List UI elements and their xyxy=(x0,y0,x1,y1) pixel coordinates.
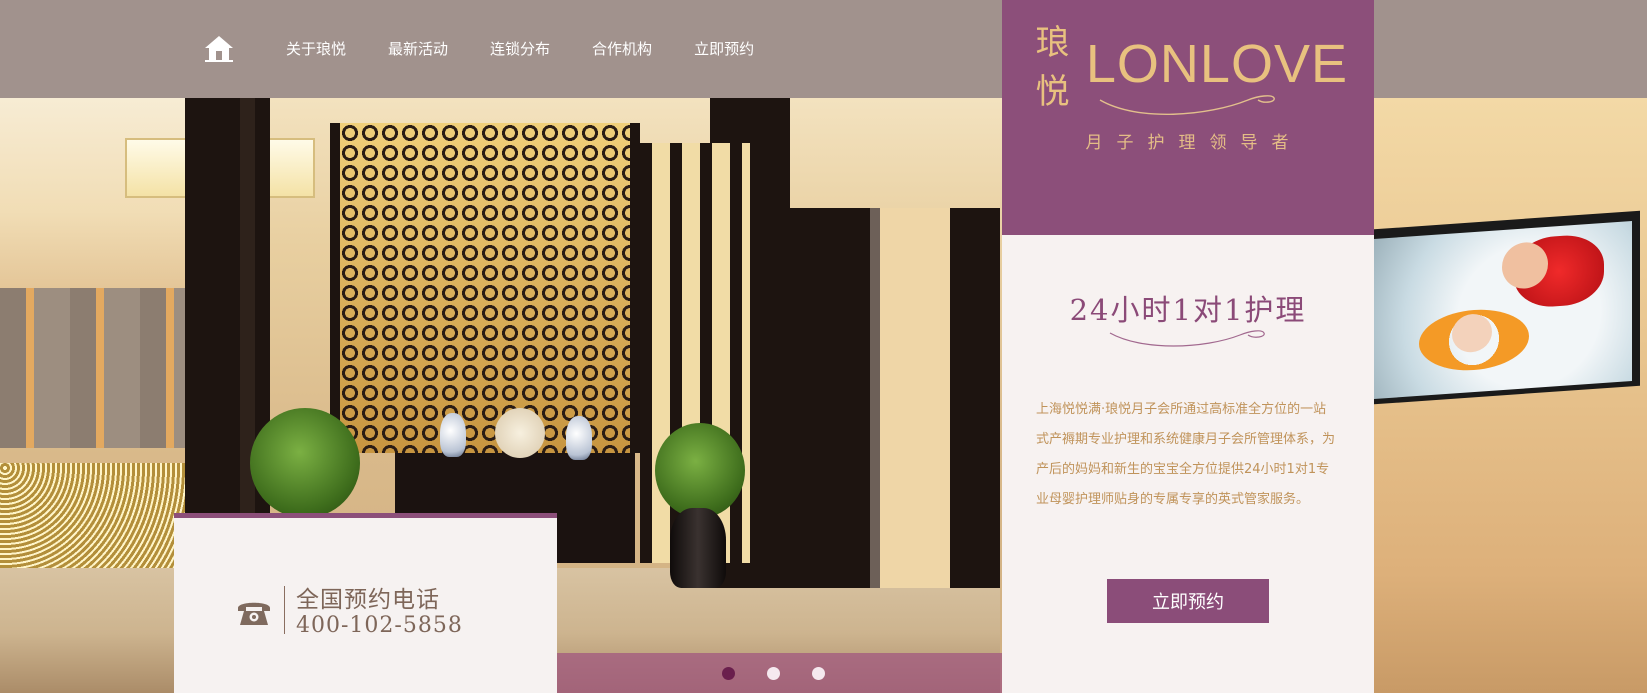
slider-dot-2[interactable] xyxy=(767,667,780,680)
nav-item-locations[interactable]: 连锁分布 xyxy=(490,38,550,59)
home-button[interactable] xyxy=(203,32,235,64)
nav-item-latest-events[interactable]: 最新活动 xyxy=(388,38,448,59)
service-headline: 24小时1对1护理 xyxy=(1069,293,1307,327)
service-description: 上海悦悦满·琅悦月子会所通过高标准全方位的一站式产褥期专业护理和系统健康月子会所… xyxy=(1036,402,1336,507)
lattice-screen xyxy=(330,123,640,453)
nav-item-partners[interactable]: 合作机构 xyxy=(592,38,652,59)
home-icon xyxy=(205,36,233,62)
logo-chinese: 琅悦 xyxy=(1035,23,1071,112)
brand-tagline: 月子护理领导者 xyxy=(1085,133,1303,153)
vase xyxy=(566,416,592,460)
plant-pot xyxy=(670,508,726,588)
left-wall xyxy=(0,288,190,448)
telephone-icon xyxy=(238,602,270,625)
nav-item-book-now[interactable]: 立即预约 xyxy=(694,38,754,59)
elevator-wall xyxy=(790,208,1000,588)
brand-panel: 琅悦 LONLOVE 月子护理领导者 xyxy=(1002,0,1374,235)
phone-card: 全国预约电话 400-102-5858 xyxy=(174,513,557,693)
phone-number[interactable]: 400-102-5858 xyxy=(296,613,463,638)
plant xyxy=(655,423,745,518)
phone-divider xyxy=(284,586,285,634)
slider-dot-1[interactable] xyxy=(722,667,735,680)
nav-item-about[interactable]: 关于琅悦 xyxy=(286,38,346,59)
info-panel: 24小时1对1护理 上海悦悦满·琅悦月子会所通过高标准全方位的一站式产褥期专业护… xyxy=(1002,235,1374,693)
headline-swash xyxy=(1109,330,1265,347)
logo-english: LONLOVE xyxy=(1085,34,1348,94)
header-bar: 关于琅悦 最新活动 连锁分布 合作机构 立即预约 xyxy=(0,0,1647,98)
tv-screen xyxy=(1374,220,1632,400)
logo[interactable]: 琅悦 LONLOVE xyxy=(1028,23,1348,112)
main-nav: 关于琅悦 最新活动 连锁分布 合作机构 立即预约 xyxy=(203,30,754,66)
vase xyxy=(440,413,466,457)
plant xyxy=(250,408,360,518)
book-now-button[interactable]: 立即预约 xyxy=(1107,579,1269,623)
phone-label: 全国预约电话 xyxy=(296,587,440,613)
slider-dot-3[interactable] xyxy=(812,667,825,680)
decorative-plate xyxy=(495,408,545,458)
logo-swash xyxy=(1099,95,1275,116)
slider-pagination xyxy=(557,653,1002,693)
reception-counter xyxy=(0,463,190,573)
